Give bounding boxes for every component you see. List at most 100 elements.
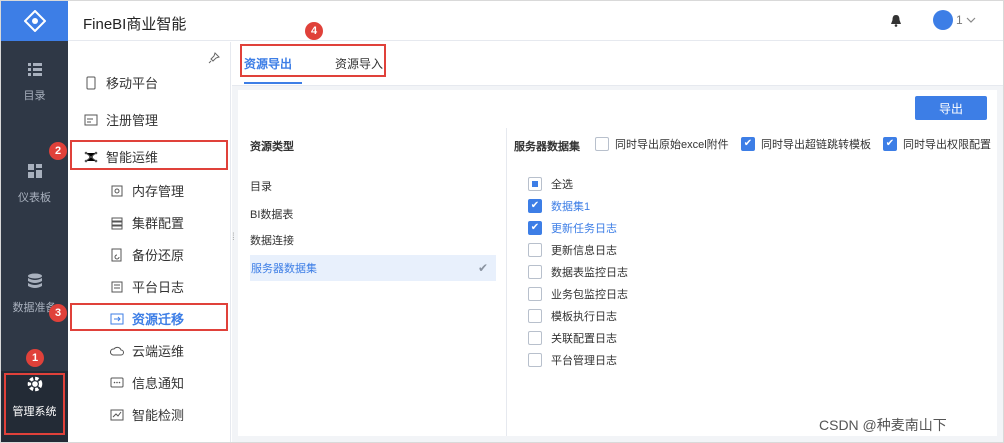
- dataset-label: 业务包监控日志: [551, 289, 628, 301]
- dataset-select-all[interactable]: 全选: [528, 176, 573, 192]
- cluster-icon: [111, 217, 123, 229]
- resource-type-item[interactable]: 目录: [250, 173, 496, 199]
- user-name: 1: [956, 13, 963, 27]
- dataset-item[interactable]: 关联配置日志: [528, 330, 617, 346]
- sidebar-item-label: 集群配置: [132, 216, 185, 231]
- avatar: [933, 10, 953, 30]
- checkbox-checked[interactable]: ✔: [528, 199, 542, 213]
- sidebar-item-cluster[interactable]: 集群配置: [110, 213, 184, 232]
- column-divider: [506, 128, 507, 436]
- annotation-badge-1: 1: [26, 349, 44, 367]
- dataset-label: 数据表监控日志: [551, 267, 628, 279]
- sidebar-item-label: 平台日志: [132, 280, 185, 295]
- cloud-icon: [110, 346, 124, 355]
- rail-item-catalog[interactable]: 目录: [1, 61, 68, 151]
- check-icon: ✔: [477, 261, 488, 275]
- export-panel: 导出 资源类型 目录 BI数据表 数据连接 服务器数据集 ✔ 服务器数据集 同时…: [238, 90, 997, 436]
- checkbox-partial[interactable]: [528, 177, 542, 191]
- dataset-item[interactable]: 模板执行日志: [528, 308, 617, 324]
- annotation-badge-2: 2: [49, 142, 67, 160]
- active-tab-indicator: [244, 82, 302, 84]
- message-icon: [110, 377, 124, 387]
- chevron-down-icon: [966, 17, 976, 23]
- checkbox[interactable]: [528, 353, 542, 367]
- option-export-permission[interactable]: ✔ 同时导出权限配置: [883, 136, 991, 152]
- dashboard-icon: [27, 164, 42, 178]
- annotation-box-3: [70, 303, 228, 331]
- dataset-item[interactable]: ✔ 更新任务日志: [528, 220, 617, 236]
- sidebar-item-backup[interactable]: 备份还原: [110, 245, 184, 264]
- pin-icon[interactable]: [208, 52, 220, 64]
- sidebar-item-label: 云端运维: [132, 344, 185, 359]
- app-title: FineBI商业智能: [83, 16, 187, 33]
- resource-type-item[interactable]: 数据连接: [250, 227, 496, 253]
- checkbox-checked[interactable]: ✔: [883, 137, 897, 151]
- user-menu[interactable]: 1: [933, 10, 976, 30]
- log-icon: [111, 281, 123, 292]
- mobile-icon: [86, 76, 96, 89]
- dataset-label: 模板执行日志: [551, 311, 617, 323]
- bell-icon[interactable]: [890, 14, 902, 27]
- checkbox[interactable]: [528, 331, 542, 345]
- sidebar-item-label: 信息通知: [132, 376, 185, 391]
- dataset-item[interactable]: ✔ 数据集1: [528, 198, 590, 214]
- sidebar-item-mobile[interactable]: 移动平台: [84, 73, 158, 92]
- sidebar-item-smart-detect[interactable]: 智能检测: [110, 405, 184, 424]
- dataset-item[interactable]: 业务包监控日志: [528, 286, 628, 302]
- checkbox-checked[interactable]: ✔: [528, 221, 542, 235]
- dataset-item[interactable]: 数据表监控日志: [528, 264, 628, 280]
- rail-item-dashboard[interactable]: 仪表板: [1, 163, 68, 253]
- checkbox[interactable]: [528, 243, 542, 257]
- sidebar-item-cloud-ops[interactable]: 云端运维: [110, 341, 184, 360]
- detect-icon: [110, 409, 124, 420]
- rail-label: 仪表板: [18, 192, 51, 204]
- list-icon: [27, 63, 42, 76]
- sidebar-item-memory[interactable]: 内存管理: [110, 181, 184, 200]
- register-icon: [84, 114, 98, 125]
- export-button[interactable]: 导出: [915, 96, 987, 120]
- option-label: 同时导出原始excel附件: [615, 139, 729, 151]
- option-export-excel[interactable]: 同时导出原始excel附件: [595, 136, 729, 152]
- option-export-hyperlink[interactable]: ✔ 同时导出超链跳转模板: [741, 136, 871, 152]
- app-logo[interactable]: [1, 1, 68, 41]
- dataset-label: 平台管理日志: [551, 355, 617, 367]
- annotation-box-1: [4, 373, 65, 435]
- admin-sidebar: 移动平台 注册管理 智能运维 内存管理 集群配置 备份还原 平台日志 资源迁移: [68, 42, 231, 442]
- watermark: CSDN @种麦南山下: [819, 417, 947, 433]
- backup-icon: [111, 248, 122, 261]
- checkbox[interactable]: [528, 265, 542, 279]
- annotation-badge-4: 4: [305, 22, 323, 40]
- annotation-box-4: [240, 44, 386, 77]
- splitter-handle[interactable]: ⁞: [232, 232, 235, 243]
- resource-type-item[interactable]: BI数据表: [250, 201, 496, 227]
- checkbox-checked[interactable]: ✔: [741, 137, 755, 151]
- top-header: FineBI商业智能 1: [68, 1, 1003, 41]
- sidebar-item-platform-log[interactable]: 平台日志: [110, 277, 184, 296]
- resource-type-item-selected[interactable]: 服务器数据集 ✔: [250, 255, 496, 281]
- option-label: 同时导出超链跳转模板: [761, 139, 871, 151]
- checkbox[interactable]: [528, 287, 542, 301]
- sidebar-item-label: 移动平台: [106, 76, 159, 91]
- dataset-label: 数据集1: [551, 201, 591, 213]
- sidebar-item-label: 内存管理: [132, 184, 185, 199]
- annotation-badge-3: 3: [49, 304, 67, 322]
- memory-icon: [111, 185, 123, 196]
- dataset-label: 更新任务日志: [551, 223, 617, 235]
- option-label: 同时导出权限配置: [903, 139, 991, 151]
- dataset-item[interactable]: 平台管理日志: [528, 352, 617, 368]
- checkbox[interactable]: [595, 137, 609, 151]
- logo-icon: [23, 10, 46, 32]
- checkbox[interactable]: [528, 309, 542, 323]
- dataset-label: 关联配置日志: [551, 333, 617, 345]
- sidebar-item-register[interactable]: 注册管理: [84, 110, 158, 129]
- resource-type-title: 资源类型: [250, 141, 294, 153]
- sidebar-item-label: 注册管理: [106, 113, 159, 128]
- dataset-label: 全选: [551, 179, 573, 191]
- sidebar-item-label: 智能检测: [132, 408, 185, 423]
- main-content: 资源导出 资源导入 ⁞ 导出 资源类型 目录 BI数据表 数据连接 服务器数据集…: [232, 42, 1003, 442]
- dataset-item[interactable]: 更新信息日志: [528, 242, 617, 258]
- resource-type-label: 服务器数据集: [251, 263, 317, 275]
- rail-label: 目录: [23, 90, 46, 102]
- annotation-box-2: [70, 140, 228, 170]
- sidebar-item-notification[interactable]: 信息通知: [110, 373, 184, 392]
